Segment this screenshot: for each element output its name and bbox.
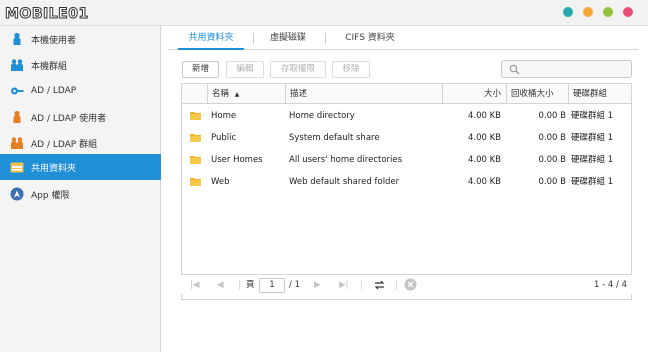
- sidebar-item-label: 本機使用者: [31, 35, 77, 46]
- last-page-icon[interactable]: ▶|: [339, 275, 348, 295]
- row-description: System default share: [289, 133, 380, 143]
- search-icon: [509, 64, 520, 75]
- tab-separator: [325, 33, 326, 44]
- pager-separator: [361, 280, 362, 290]
- record-range: 1 - 4 / 4: [594, 280, 627, 290]
- row-name: Web: [211, 177, 230, 187]
- table-row[interactable]: User Homes All users' home directories 4…: [182, 149, 631, 171]
- first-page-icon[interactable]: |◀: [190, 275, 199, 295]
- folder-icon: [190, 178, 201, 186]
- row-description: Home directory: [289, 111, 355, 121]
- sidebar-item-ad-ldap[interactable]: AD / LDAP: [0, 78, 161, 104]
- refresh-icon[interactable]: [374, 280, 385, 290]
- header-disk-group[interactable]: 硬碟群組: [568, 84, 631, 104]
- teal-dot-button[interactable]: [563, 7, 573, 17]
- header-name-label: 名稱: [212, 89, 230, 99]
- orange-dot-button[interactable]: [583, 7, 593, 17]
- pager-separator: [239, 280, 240, 290]
- sort-ascending-icon: ▲: [234, 91, 240, 98]
- header-name[interactable]: 名稱 ▲: [207, 84, 285, 104]
- remove-button[interactable]: 移除: [332, 61, 370, 78]
- shared-folder-icon: [10, 162, 24, 173]
- edit-button[interactable]: 編輯: [226, 61, 264, 78]
- total-pages: / 1: [289, 280, 300, 290]
- app-permission-icon: [10, 187, 24, 201]
- sidebar-item-local-groups[interactable]: 本機群組: [0, 52, 161, 78]
- sidebar-item-label: App 權限: [31, 190, 70, 201]
- row-disk-group: 硬碟群組 1: [571, 155, 614, 165]
- sidebar: 本機使用者 本機群組 AD / LDAP AD / LDAP 使用者 AD / …: [0, 26, 161, 352]
- tab-separator: [253, 33, 254, 44]
- sidebar-item-shared-folders[interactable]: 共用資料夾: [0, 154, 161, 180]
- sidebar-item-ad-ldap-users[interactable]: AD / LDAP 使用者: [0, 104, 161, 130]
- row-description: Web default shared folder: [289, 177, 400, 187]
- tab-virtual-disk[interactable]: 虛擬磁碟: [260, 26, 316, 50]
- top-bar: MOBILE01: [0, 0, 648, 26]
- sidebar-item-app-permissions[interactable]: App 權限: [0, 181, 161, 207]
- previous-page-icon[interactable]: ◀: [217, 275, 224, 295]
- sidebar-item-label: 共用資料夾: [31, 163, 77, 174]
- pink-dot-button[interactable]: [623, 7, 633, 17]
- row-size: 4.00 KB: [467, 177, 501, 187]
- single-user-icon: [13, 32, 21, 45]
- table-row[interactable]: Public System default share 4.00 KB 0.00…: [182, 127, 631, 149]
- single-user-icon: [13, 110, 21, 123]
- green-dot-button[interactable]: [603, 7, 613, 17]
- sidebar-item-label: 本機群組: [31, 61, 68, 72]
- row-disk-group: 硬碟群組 1: [571, 177, 614, 187]
- sidebar-item-ad-ldap-groups[interactable]: AD / LDAP 群組: [0, 130, 161, 156]
- user-group-icon: [11, 137, 23, 149]
- sidebar-item-label: AD / LDAP 使用者: [31, 113, 107, 124]
- row-disk-group: 硬碟群組 1: [571, 133, 614, 143]
- sidebar-item-local-users[interactable]: 本機使用者: [0, 26, 161, 52]
- row-size: 4.00 KB: [467, 111, 501, 121]
- folder-icon: [190, 112, 201, 120]
- row-name: Public: [211, 133, 237, 143]
- permissions-button[interactable]: 存取權限: [270, 61, 326, 78]
- row-description: All users' home directories: [289, 155, 403, 165]
- next-page-icon[interactable]: ▶: [314, 275, 321, 295]
- row-recycle-size: 0.00 B: [538, 133, 566, 143]
- user-group-icon: [11, 59, 23, 71]
- header-size[interactable]: 大小: [442, 84, 506, 104]
- table-row[interactable]: Home Home directory 4.00 KB 0.00 B 硬碟群組 …: [182, 105, 631, 127]
- tab-shared-folders[interactable]: 共用資料夾: [178, 26, 244, 50]
- folder-icon: [190, 156, 201, 164]
- shared-folder-table: 名稱 ▲ 描述 大小 回收桶大小 硬碟群組 Home Home director…: [181, 83, 632, 300]
- mobile01-logo: MOBILE01: [5, 6, 89, 23]
- svg-text:MOBILE01: MOBILE01: [5, 6, 89, 22]
- page-label: 頁: [246, 280, 255, 290]
- search-input[interactable]: [501, 60, 632, 78]
- header-description[interactable]: 描述: [285, 84, 442, 104]
- row-recycle-size: 0.00 B: [538, 177, 566, 187]
- row-name: User Homes: [211, 155, 263, 165]
- header-icon-column: [182, 84, 207, 104]
- row-size: 4.00 KB: [467, 155, 501, 165]
- row-disk-group: 硬碟群組 1: [571, 111, 614, 121]
- pager-separator: [396, 280, 397, 290]
- page-number-input[interactable]: 1: [259, 278, 285, 293]
- table-header: 名稱 ▲ 描述 大小 回收桶大小 硬碟群組: [182, 84, 631, 104]
- folder-icon: [190, 134, 201, 142]
- row-size: 4.00 KB: [467, 133, 501, 143]
- tab-bar: 共用資料夾 虛擬磁碟 CIFS 資料夾: [168, 26, 638, 50]
- row-recycle-size: 0.00 B: [538, 155, 566, 165]
- key-icon: [11, 87, 24, 95]
- header-recycle-size[interactable]: 回收桶大小: [506, 84, 568, 104]
- tab-cifs-folder[interactable]: CIFS 資料夾: [334, 26, 406, 50]
- sidebar-item-label: AD / LDAP: [31, 86, 77, 96]
- table-row[interactable]: Web Web default shared folder 4.00 KB 0.…: [182, 171, 631, 193]
- pagination-bar: |◀ ◀ 頁 1 / 1 ▶ ▶| 1 - 4 / 4: [181, 274, 632, 294]
- sidebar-item-label: AD / LDAP 群組: [31, 139, 98, 150]
- add-button[interactable]: 新增: [182, 61, 219, 78]
- main-panel: 共用資料夾 虛擬磁碟 CIFS 資料夾 新增 編輯 存取權限 移除 名稱 ▲ 描…: [162, 26, 648, 352]
- cancel-icon[interactable]: [404, 278, 417, 291]
- row-name: Home: [211, 111, 237, 121]
- row-recycle-size: 0.00 B: [538, 111, 566, 121]
